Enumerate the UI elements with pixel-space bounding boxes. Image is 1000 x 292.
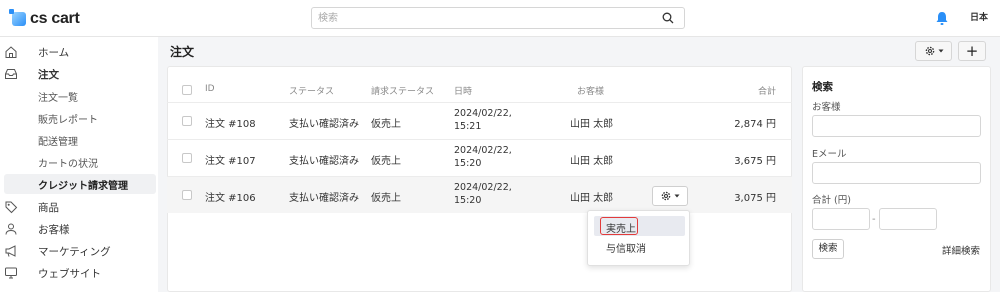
sidebar-item-orders[interactable]: 注文	[0, 63, 158, 85]
logo-icon	[9, 9, 26, 26]
customer-link[interactable]: 山田 太郎	[570, 189, 613, 204]
column-header-id[interactable]: ID	[205, 84, 215, 94]
sidebar-subitem-label: 注文一覧	[38, 92, 78, 104]
order-time: 15:20	[454, 195, 482, 206]
search-panel-title: 検索	[812, 81, 833, 93]
column-header-billing-status[interactable]: 請求ステータス	[371, 84, 434, 97]
page-title: 注文	[170, 45, 195, 59]
gear-icon	[925, 46, 934, 56]
tag-icon	[5, 201, 18, 214]
sidebar-item-label: ホーム	[38, 46, 70, 59]
row-checkbox[interactable]	[182, 190, 192, 200]
customer-field[interactable]	[812, 115, 981, 137]
row-actions-button[interactable]	[652, 186, 688, 206]
monitor-icon	[5, 267, 17, 279]
sidebar-item-label: お客様	[38, 223, 70, 236]
caret-down-icon	[938, 49, 943, 53]
add-button[interactable]: +	[958, 41, 986, 61]
megaphone-icon	[5, 245, 16, 257]
order-time: 15:20	[454, 158, 482, 169]
advanced-search-link[interactable]: 詳細検索	[942, 243, 980, 257]
order-status[interactable]: 支払い確認済み	[289, 115, 359, 130]
email-label: Eメール	[812, 149, 847, 160]
menu-item-void-authorization[interactable]: 与信取消	[594, 237, 685, 257]
order-id-link[interactable]: 注文 #106	[205, 189, 256, 204]
billing-status: 仮売上	[371, 193, 401, 204]
order-date: 2024/02/22,	[454, 108, 512, 119]
sidebar-subitem-shipping[interactable]: 配送管理	[0, 129, 158, 151]
sidebar-subitem-label: カートの状況	[38, 158, 98, 170]
order-total: 3,675 円	[734, 156, 776, 167]
highlight-outline	[600, 217, 638, 235]
column-header-total[interactable]: 合計	[748, 84, 776, 97]
user-icon	[5, 223, 17, 235]
settings-dropdown-button[interactable]	[915, 41, 952, 61]
menu-item-label: 与信取消	[606, 244, 646, 255]
row-checkbox[interactable]	[182, 116, 192, 126]
sidebar-subitem-sales-report[interactable]: 販売レポート	[0, 107, 158, 129]
caret-down-icon	[674, 194, 680, 198]
bell-icon[interactable]	[935, 11, 949, 26]
select-all-checkbox[interactable]	[182, 85, 192, 95]
inbox-icon	[5, 69, 17, 79]
order-status[interactable]: 支払い確認済み	[289, 152, 359, 167]
global-search	[311, 7, 685, 29]
order-time: 15:21	[454, 121, 482, 132]
sidebar-item-products[interactable]: 商品	[0, 196, 158, 218]
email-field[interactable]	[812, 162, 981, 184]
sidebar-item-home[interactable]: ホーム	[0, 41, 158, 63]
order-id-link[interactable]: 注文 #108	[205, 115, 256, 130]
column-header-date[interactable]: 日時	[454, 84, 472, 97]
billing-status: 仮売上	[371, 119, 401, 130]
total-max-field[interactable]	[879, 208, 937, 230]
total-label: 合計 (円)	[812, 195, 851, 206]
sidebar-subitem-label: クレジット請求管理	[38, 180, 128, 192]
order-date: 2024/02/22,	[454, 145, 512, 156]
gear-icon	[661, 191, 671, 201]
order-total: 2,874 円	[734, 119, 776, 130]
home-icon	[5, 46, 17, 58]
row-checkbox[interactable]	[182, 153, 192, 163]
search-icon[interactable]	[662, 12, 674, 24]
customer-link[interactable]: 山田 太郎	[570, 152, 613, 167]
column-header-status[interactable]: ステータス	[289, 84, 334, 97]
sidebar-subitem-label: 配送管理	[38, 136, 78, 148]
column-header-customer[interactable]: お客様	[577, 84, 604, 97]
range-separator: -	[872, 214, 876, 225]
order-id-link[interactable]: 注文 #107	[205, 152, 256, 167]
sidebar-item-label: 注文	[38, 68, 59, 81]
sidebar-subitem-credit-billing[interactable]: クレジット請求管理	[0, 173, 158, 195]
sidebar-subitem-order-list[interactable]: 注文一覧	[0, 85, 158, 107]
sidebar-item-label: 商品	[38, 201, 59, 214]
sidebar-subitem-cart-status[interactable]: カートの状況	[0, 151, 158, 173]
global-search-input[interactable]	[312, 8, 652, 28]
language-selector[interactable]: 日本	[968, 8, 990, 28]
sidebar-subitem-label: 販売レポート	[38, 114, 98, 126]
customer-link[interactable]: 山田 太郎	[570, 115, 613, 130]
sidebar-item-website[interactable]: ウェブサイト	[0, 262, 158, 284]
logo-text: cs cart	[30, 10, 80, 27]
sidebar-item-label: マーケティング	[38, 245, 111, 258]
order-total: 3,075 円	[734, 193, 776, 204]
sidebar-item-label: ウェブサイト	[38, 267, 101, 280]
sidebar-item-customers[interactable]: お客様	[0, 218, 158, 240]
total-min-field[interactable]	[812, 208, 870, 230]
search-button[interactable]: 検索	[812, 239, 844, 259]
billing-status: 仮売上	[371, 156, 401, 167]
order-date: 2024/02/22,	[454, 182, 512, 193]
logo[interactable]: cs cart	[9, 9, 80, 28]
sidebar-item-marketing[interactable]: マーケティング	[0, 240, 158, 262]
order-status[interactable]: 支払い確認済み	[289, 189, 359, 204]
customer-label: お客様	[812, 102, 841, 113]
